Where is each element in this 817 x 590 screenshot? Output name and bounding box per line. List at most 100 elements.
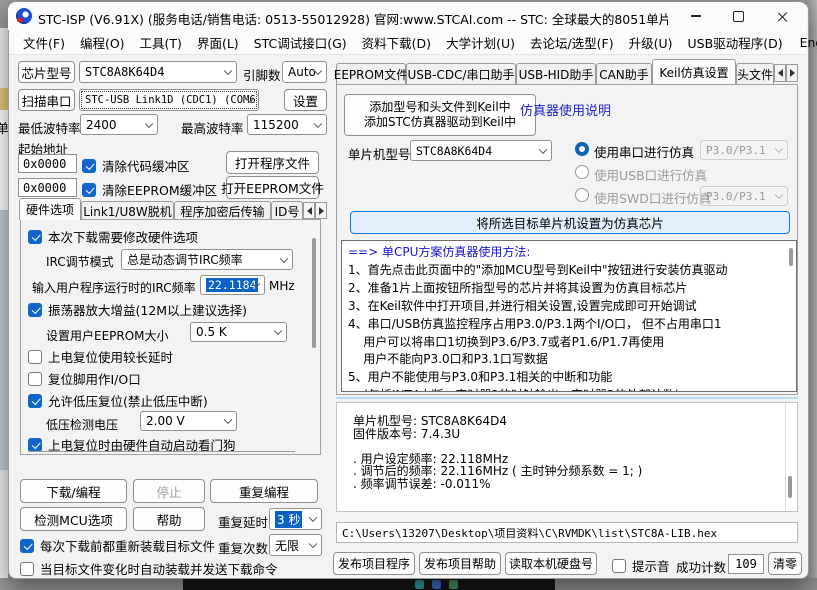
stop-button[interactable]: 停止: [133, 479, 205, 503]
eeprom-size-select[interactable]: 0.5 K: [190, 322, 287, 342]
scan-port-button[interactable]: 扫描串口: [18, 89, 75, 111]
max-baud-select[interactable]: 115200: [247, 114, 327, 135]
close-button[interactable]: [766, 5, 798, 27]
max-baud-label: 最高波特率: [181, 121, 244, 136]
reset-as-io-label: 复位脚用作I/O口: [48, 372, 141, 387]
taskbar-icon[interactable]: [415, 580, 424, 589]
irc-mode-select[interactable]: 总是动态调节IRC频率: [121, 249, 293, 270]
menu-program[interactable]: 编程(O): [80, 33, 125, 52]
tab-can[interactable]: CAN助手: [596, 63, 652, 84]
tab-header-file[interactable]: 头文件: [736, 63, 774, 84]
clear-code-label: 清除代码缓冲区: [102, 159, 190, 174]
publish-help-button[interactable]: 发布项目帮助: [419, 552, 501, 575]
repeat-delay-select[interactable]: 3 秒: [269, 508, 322, 530]
tab-hardware-options[interactable]: 硬件选项: [19, 198, 81, 220]
help-button[interactable]: 帮助: [133, 507, 205, 531]
radio-serial-emulation[interactable]: [575, 142, 589, 156]
menu-file[interactable]: 文件(F): [23, 33, 65, 52]
open-eeprom-file-button[interactable]: 打开EEPROM文件: [221, 176, 324, 199]
menu-usb-driver[interactable]: USB驱动程序(D): [688, 33, 783, 52]
swd-emulation-port-select[interactable]: P3.0/P3.1: [700, 186, 788, 206]
pin-count-select[interactable]: Auto: [282, 61, 327, 83]
publish-program-button[interactable]: 发布项目程序: [333, 552, 415, 575]
mcu-model-select[interactable]: STC8A8K64D4: [410, 140, 552, 161]
download-button[interactable]: 下载/编程: [20, 479, 127, 503]
long-delay-checkbox[interactable]: 上电复位使用较长延时: [28, 347, 173, 366]
eeprom-address-input[interactable]: 0x0000: [18, 178, 77, 197]
instructions-scrollbar-thumb[interactable]: [789, 248, 793, 266]
serial-port-select[interactable]: STC-USB Link1D (CDC1) (COM6): [79, 89, 259, 111]
code-address-input[interactable]: 0x0000: [18, 154, 77, 173]
menu-upgrade[interactable]: 升级(U): [629, 33, 673, 52]
log-scrollbar-thumb[interactable]: [788, 476, 792, 498]
menu-downloads[interactable]: 资料下载(D): [362, 33, 431, 52]
emulator-usage-link[interactable]: 仿真器使用说明: [520, 100, 611, 119]
options-scrollbar-thumb[interactable]: [312, 238, 316, 348]
osc-gain-checkbox[interactable]: 振荡器放大增益(12M以上建议选择): [28, 300, 247, 319]
minimize-button[interactable]: [680, 5, 712, 27]
chevron-down-icon: [774, 144, 784, 154]
tab-keil-emulation[interactable]: Keil仿真设置: [652, 59, 736, 84]
clear-code-checkbox[interactable]: 清除代码缓冲区: [82, 156, 190, 175]
chip-model-button[interactable]: 芯片型号: [18, 61, 75, 83]
reload-target-checkbox[interactable]: 每次下载前都重新装载目标文件: [20, 536, 215, 555]
menu-tools[interactable]: 工具(T): [140, 33, 182, 52]
check-mcu-button[interactable]: 检测MCU选项: [20, 507, 127, 531]
repeat-program-button[interactable]: 重复编程: [210, 479, 318, 503]
minimize-icon: [691, 15, 701, 17]
arrow-right-icon: [789, 69, 795, 77]
serial-emulation-port-select[interactable]: P3.0/P3.1: [700, 140, 788, 160]
long-delay-label: 上电复位使用较长延时: [48, 350, 174, 365]
clear-eeprom-checkbox[interactable]: 清除EEPROM缓冲区: [82, 180, 217, 199]
tab-id-number[interactable]: ID号: [271, 201, 303, 220]
menu-forum[interactable]: 去论坛/选型(F): [530, 33, 614, 52]
tab-encrypt-transfer[interactable]: 程序加密后传输: [174, 201, 271, 220]
menu-english[interactable]: English: [800, 35, 817, 50]
repeat-delay-label: 重复延时: [218, 515, 269, 530]
tab-eeprom-file[interactable]: EEPROM文件: [334, 63, 408, 84]
open-program-file-button[interactable]: 打开程序文件: [226, 151, 319, 174]
lvd-select[interactable]: 2.00 V: [140, 411, 237, 431]
chip-model-select[interactable]: STC8A8K64D4: [79, 61, 237, 83]
right-tab-scroll-right-button[interactable]: [786, 64, 798, 82]
clear-count-button[interactable]: 清零: [768, 552, 802, 575]
radio-usb-emulation[interactable]: [575, 165, 589, 179]
checkbox-unchecked-icon: [20, 561, 34, 576]
settings-button[interactable]: 设置: [284, 89, 327, 111]
read-disk-id-button[interactable]: 读取本机硬盘号: [505, 552, 597, 575]
add-to-keil-button[interactable]: 添加型号和头文件到Keil中 添加STC仿真器驱动到Keil中: [344, 94, 536, 136]
tab-scroll-right-button[interactable]: [315, 202, 327, 219]
beep-checkbox[interactable]: 提示音: [612, 556, 670, 575]
tab-usb-hid[interactable]: USB-HID助手: [516, 63, 596, 84]
tab-usb-cdc[interactable]: USB-CDC/串口助手: [406, 63, 516, 84]
background-window-text: 单: [0, 122, 8, 137]
taskbar-icon[interactable]: [432, 580, 441, 589]
min-baud-select[interactable]: 2400: [80, 114, 158, 135]
tab-link1-u8w[interactable]: Link1/U8W脱机: [81, 201, 174, 220]
menu-stc-debug[interactable]: STC调试接口(G): [254, 33, 347, 52]
log-line: 固件版本号: 7.4.3U: [353, 426, 461, 441]
swd-emulation-port-value: P3.0/P3.1: [706, 189, 766, 203]
right-tab-scroll-left-button[interactable]: [774, 64, 786, 82]
repeat-count-value: 无限: [275, 538, 300, 553]
menu-interface[interactable]: 界面(L): [197, 33, 239, 52]
set-emulation-chip-button[interactable]: 将所选目标单片机设置为仿真芯片: [350, 211, 790, 234]
modify-hardware-label: 本次下载需要修改硬件选项: [48, 230, 199, 245]
instruction-line: ==> 单CPU方案仿真器使用方法:: [348, 245, 531, 259]
irc-freq-select[interactable]: 22.1184: [200, 275, 265, 295]
lvr-checkbox[interactable]: 允许低压复位(禁止低压中断): [28, 391, 208, 410]
taskbar-icon[interactable]: [449, 580, 458, 589]
tab-scroll-left-button[interactable]: [303, 202, 315, 219]
maximize-button[interactable]: [722, 5, 754, 27]
repeat-count-select[interactable]: 无限: [269, 534, 322, 556]
chevron-down-icon: [308, 539, 318, 549]
auto-load-checkbox[interactable]: 当目标文件变化时自动装载并发送下载命令: [20, 559, 278, 578]
panel-splitter[interactable]: [336, 397, 798, 399]
modify-hardware-checkbox[interactable]: 本次下载需要修改硬件选项: [28, 227, 198, 246]
menu-university[interactable]: 大学计划(U): [446, 33, 515, 52]
instruction-line: 1、首先点击此页面中的"添加MCU型号到Keil中"按钮进行安装仿真驱动: [348, 262, 728, 277]
reset-as-io-checkbox[interactable]: 复位脚用作I/O口: [28, 369, 141, 388]
add-to-keil-line2: 添加STC仿真器驱动到Keil中: [364, 115, 516, 129]
radio-swd-emulation[interactable]: [575, 188, 589, 202]
lvd-label: 低压检测电压: [46, 418, 119, 432]
